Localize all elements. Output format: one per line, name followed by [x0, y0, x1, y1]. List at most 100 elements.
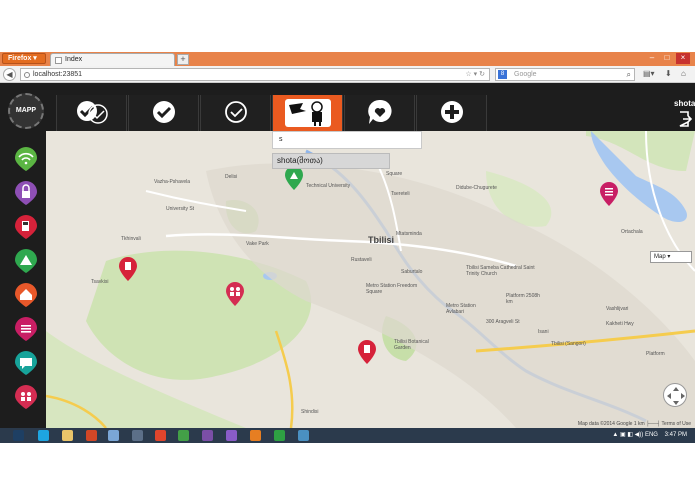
screen: { "browser": { "app_button": "Firefox", …	[0, 0, 695, 494]
user-search-input[interactable]: s	[272, 131, 422, 149]
fuel-category-button[interactable]	[15, 215, 37, 239]
url-text: localhost:23851	[33, 71, 83, 78]
system-tray: ▲ ▣ ◧ ◀)) ENG 3:47 PM	[612, 431, 687, 438]
map-label-aragveli: 300 Aragveli St	[486, 319, 520, 325]
close-button[interactable]: ×	[676, 53, 690, 64]
add-button[interactable]	[416, 95, 487, 131]
web-search-input[interactable]: 8 Google ⌕	[495, 68, 635, 81]
map-label-avlabari: Metro Station Avlabari	[446, 303, 476, 315]
photoshop-taskbar-icon[interactable]	[13, 430, 24, 441]
map-label-avlabari-area: Saburtalo	[401, 269, 423, 275]
check-circle-button[interactable]	[128, 95, 199, 131]
fuel-icon	[22, 221, 29, 231]
firefox-taskbar-icon[interactable]	[250, 430, 261, 441]
check-circle-icon	[153, 101, 175, 123]
people-category-button[interactable]	[15, 385, 37, 409]
menu-icon	[21, 325, 31, 333]
map-label-sangori: Tbilisi (Sangori)	[551, 341, 586, 347]
app-taskbar-icon[interactable]	[108, 430, 119, 441]
map-pin-people[interactable]	[226, 282, 244, 306]
user-profile-button[interactable]	[272, 95, 343, 131]
map-pin-fuel[interactable]	[119, 257, 137, 281]
map-pin-fuel-south[interactable]	[358, 340, 376, 364]
lock-category-button[interactable]	[15, 181, 37, 205]
pan-arrows-icon	[667, 387, 685, 405]
tent-category-button[interactable]	[15, 249, 37, 273]
map-label-city: Tbilisi	[368, 235, 395, 245]
browser-nav-bar: ◀ localhost:23851 ☆ ▾ ↻ 8 Google ⌕ ▤▾ ⬇ …	[0, 66, 695, 83]
map-label-platform2: Platform	[646, 351, 665, 357]
map-type-select[interactable]: Map ▾	[650, 251, 692, 263]
check-outline-button[interactable]	[200, 95, 271, 131]
double-check-button[interactable]	[56, 95, 127, 131]
map-pan-control[interactable]	[663, 383, 687, 407]
os-taskbar: ▲ ▣ ◧ ◀)) ENG 3:47 PM	[0, 428, 695, 443]
tab-title: Index	[65, 56, 83, 63]
map-label-ortachala: Ortachala	[621, 229, 643, 235]
bookmarks-menu-icon[interactable]: ▤▾	[643, 69, 655, 78]
app-logo[interactable]: MAPP	[8, 93, 44, 129]
reload-icon[interactable]: ↻	[479, 71, 485, 78]
dropdown-icon[interactable]: ▾	[474, 71, 478, 78]
map-label-tsavkisi: Tsavkisi	[91, 279, 109, 285]
map-view[interactable]: Vazha-Pshavela Delisi Technical Universi…	[46, 131, 695, 428]
browser-title-bar: Firefox ▾ Index + – □ ×	[0, 52, 695, 66]
map-label-shindisi: Shindisi	[301, 409, 319, 415]
check-outline-icon	[225, 101, 247, 123]
skype-taskbar-icon[interactable]	[38, 430, 49, 441]
chrome-taskbar-icon[interactable]	[178, 430, 189, 441]
map-label-church: Tbilisi Sameba Cathedral Saint Trinity C…	[466, 265, 535, 277]
clock[interactable]: 3:47 PM	[665, 432, 687, 438]
new-tab-button[interactable]: +	[177, 54, 189, 65]
map-label-tech-univ: Technical University	[306, 183, 351, 189]
map-attribution: Map data ©2014 Google 1 km ├──┤ Terms of…	[577, 421, 691, 427]
user-search-suggestion[interactable]: shota(შოთა)	[272, 153, 390, 169]
map-label-delisi: Delisi	[225, 174, 238, 180]
opera-taskbar-icon[interactable]	[155, 430, 166, 441]
back-button[interactable]: ◀	[3, 68, 16, 81]
map-label-kakheti: Kakheti Hwy	[606, 321, 634, 327]
map-pin-menu[interactable]	[600, 182, 618, 206]
minimize-button[interactable]: –	[645, 53, 659, 64]
url-bar[interactable]: localhost:23851 ☆ ▾ ↻	[20, 68, 490, 81]
maximize-button[interactable]: □	[660, 53, 674, 64]
app2-taskbar-icon[interactable]	[132, 430, 143, 441]
globe-icon	[24, 72, 30, 78]
search-placeholder: Google	[514, 71, 537, 78]
bookmark-star-icon[interactable]: ☆	[465, 71, 471, 78]
download-icon[interactable]: ⬇	[665, 69, 672, 78]
map-label-vashlijvari: Vashlijvari	[606, 306, 629, 312]
firefox-menu-button[interactable]: Firefox ▾	[2, 53, 46, 64]
map-type-label: Map	[654, 254, 666, 260]
search-icon[interactable]: ⌕	[627, 69, 631, 80]
map-label-vake-park: Vake Park	[246, 241, 269, 247]
home-category-button[interactable]	[15, 283, 37, 307]
heart-bubble-button[interactable]	[344, 95, 415, 131]
app-toolbar: MAPP shota	[0, 83, 695, 131]
home-icon[interactable]: ⌂	[681, 69, 686, 78]
heart-bubble-icon	[368, 99, 392, 124]
map-label-university: University St	[166, 206, 195, 212]
language-indicator[interactable]: ENG	[645, 432, 658, 438]
visualstudio2-taskbar-icon[interactable]	[226, 430, 237, 441]
map-label-metro-freedom: Metro Station Freedom Square	[366, 283, 418, 295]
visualstudio-taskbar-icon[interactable]	[202, 430, 213, 441]
browser-tab[interactable]: Index	[50, 53, 175, 66]
menu-category-button[interactable]	[15, 317, 37, 341]
tray-icons[interactable]: ▲ ▣ ◧ ◀))	[612, 432, 645, 438]
map-pin-tent[interactable]	[285, 166, 303, 190]
explorer-taskbar-icon[interactable]	[62, 430, 73, 441]
map-label-didube: Didube-Chugurete	[456, 185, 497, 191]
map-label-mtatsminda: Mtatsminda	[396, 231, 422, 237]
app3-taskbar-icon[interactable]	[274, 430, 285, 441]
firefox-menu-label: Firefox	[8, 55, 32, 62]
logout-icon[interactable]	[678, 111, 692, 127]
map-label-vazha: Vazha-Pshavela	[154, 179, 191, 185]
chat-category-button[interactable]	[15, 351, 37, 375]
app4-taskbar-icon[interactable]	[298, 430, 309, 441]
wifi-category-button[interactable]	[15, 147, 37, 171]
user-flag-icon	[285, 99, 331, 127]
powerpoint-taskbar-icon[interactable]	[86, 430, 97, 441]
search-engine-icon[interactable]: 8	[498, 70, 507, 79]
map-label-isani: Isani	[538, 329, 549, 335]
